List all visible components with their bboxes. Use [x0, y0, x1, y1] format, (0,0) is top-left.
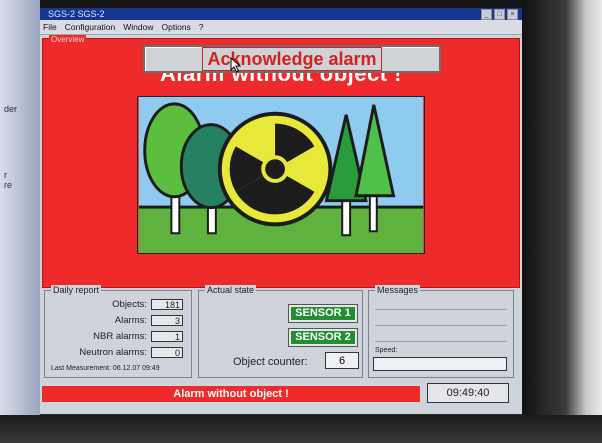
- daily-report-legend: Daily report: [51, 285, 102, 295]
- monitor-bezel-top: [0, 0, 602, 8]
- object-counter-label: Object counter:: [233, 356, 308, 368]
- menu-configuration[interactable]: Configuration: [65, 20, 116, 34]
- daily-report-panel: Daily report Objects: 181 Alarms: 3 NBR …: [44, 285, 192, 378]
- last-measurement: Last Measurement: 06.12.07 09:49: [51, 365, 160, 372]
- monitor-bezel-bottom: [0, 415, 602, 443]
- speed-label: Speed:: [375, 347, 398, 354]
- speed-field: [373, 357, 507, 371]
- nbr-alarms-label: NBR alarms:: [93, 331, 147, 342]
- title-bar: SGS-2 SGS-2 _ □ ×: [40, 8, 522, 20]
- radiation-icon: [217, 111, 333, 227]
- desktop-fragment: re: [4, 180, 13, 190]
- neutron-alarms-value: 0: [151, 347, 183, 358]
- nbr-alarms-row: NBR alarms: 1: [93, 331, 183, 342]
- desktop-fragment: der: [4, 104, 18, 114]
- background-desktop-edge: der r re: [0, 0, 40, 443]
- neutron-alarms-label: Neutron alarms:: [79, 347, 147, 358]
- maximize-icon[interactable]: □: [494, 9, 505, 20]
- menu-file[interactable]: File: [43, 20, 57, 34]
- message-line: [375, 311, 507, 326]
- window-controls: _ □ ×: [481, 9, 518, 20]
- sensor-2-indicator[interactable]: SENSOR 2: [288, 328, 358, 347]
- desktop-fragment: r: [4, 170, 7, 180]
- acknowledge-alarm-button[interactable]: Acknowledge alarm: [143, 45, 441, 73]
- last-measurement-value: 06.12.07 09:49: [112, 365, 160, 372]
- nbr-alarms-value: 1: [151, 331, 183, 342]
- status-message: Alarm without object !: [42, 386, 420, 402]
- alarms-row: Alarms: 3: [115, 315, 183, 326]
- objects-value: 181: [151, 299, 183, 310]
- monitor-bezel-right: [522, 0, 602, 443]
- close-icon[interactable]: ×: [507, 9, 518, 20]
- menu-bar: File Configuration Window Options ?: [40, 20, 522, 35]
- neutron-alarms-row: Neutron alarms: 0: [79, 347, 183, 358]
- actual-state-panel: Actual state SENSOR 1 SENSOR 2 Object co…: [198, 285, 363, 378]
- overview-legend: Overview: [49, 35, 87, 44]
- object-counter-value: 6: [325, 352, 359, 369]
- actual-state-legend: Actual state: [205, 285, 257, 295]
- messages-legend: Messages: [375, 285, 421, 295]
- sensor-1-indicator[interactable]: SENSOR 1: [288, 304, 358, 323]
- menu-options[interactable]: Options: [162, 20, 191, 34]
- message-line: [375, 327, 507, 342]
- message-line: [375, 295, 507, 310]
- last-measurement-label: Last Measurement:: [51, 365, 111, 372]
- menu-window[interactable]: Window: [123, 20, 153, 34]
- objects-row: Objects: 181: [112, 299, 183, 310]
- alarm-scene-illustration: [137, 96, 425, 254]
- app-window: SGS-2 SGS-2 _ □ × File Configuration Win…: [40, 8, 522, 414]
- menu-help[interactable]: ?: [199, 20, 204, 34]
- alarms-value: 3: [151, 315, 183, 326]
- window-title: SGS-2 SGS-2: [48, 9, 105, 19]
- messages-panel: Messages Speed:: [368, 285, 514, 378]
- overview-panel: Overview Alarm without object ! Acknowle…: [42, 35, 520, 288]
- minimize-icon[interactable]: _: [481, 9, 492, 20]
- mouse-cursor-icon: [230, 57, 242, 73]
- clock-display: 09:49:40: [427, 383, 509, 403]
- objects-label: Objects:: [112, 299, 147, 310]
- alarms-label: Alarms:: [114, 315, 147, 326]
